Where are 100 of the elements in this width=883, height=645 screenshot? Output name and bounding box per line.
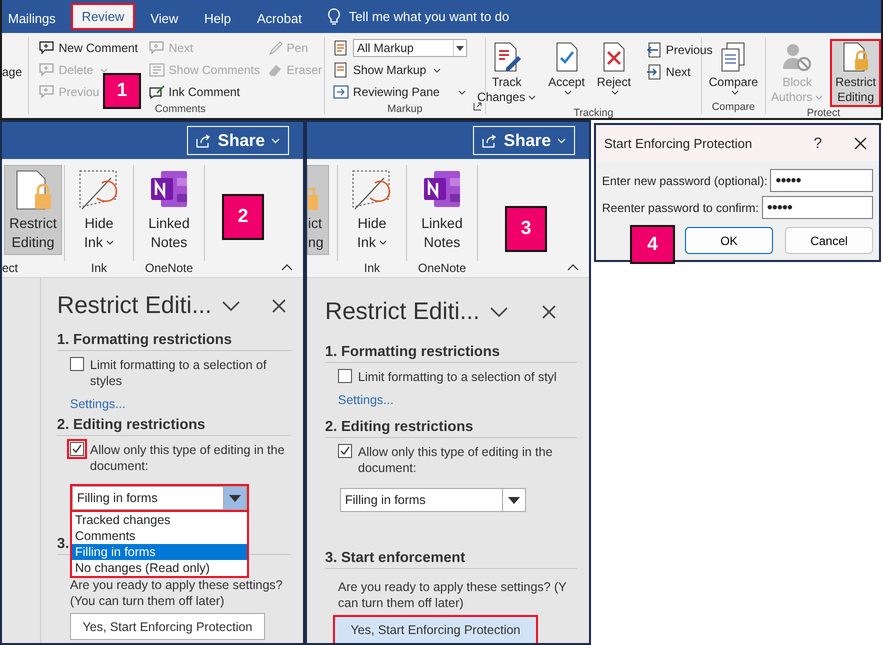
checkmark-icon xyxy=(339,445,351,457)
group-label: OneNote xyxy=(144,261,194,275)
markup-icon xyxy=(332,40,349,56)
ribbon-button[interactable]: Ink Comment xyxy=(146,81,242,103)
ribbon-button[interactable]: Linked Notes xyxy=(142,165,196,255)
dropdown-arrow-icon xyxy=(229,494,241,502)
comment-icon xyxy=(38,85,55,99)
collapse-ribbon-icon[interactable] xyxy=(567,264,579,271)
comment-icon xyxy=(38,63,55,77)
share-button[interactable]: Share xyxy=(472,126,575,155)
group-label: Comments xyxy=(154,103,207,115)
password-field[interactable]: ●●●●● xyxy=(770,169,873,192)
dialog-launcher-icon[interactable] xyxy=(472,102,482,111)
ribbon-button[interactable]: Next xyxy=(644,61,693,83)
pen-icon xyxy=(266,41,283,55)
ribbon-button[interactable]: Reject xyxy=(592,39,636,101)
caret-icon xyxy=(458,90,466,94)
editing-type-dropdown[interactable]: Filling in forms xyxy=(340,488,526,512)
caret-icon xyxy=(557,138,566,144)
document-icon xyxy=(332,62,349,78)
enforcement-text: can turn them off later) xyxy=(337,595,465,611)
tell-me-search[interactable]: Tell me what you want to do xyxy=(348,9,510,24)
ribbon-button[interactable]: Hide Ink xyxy=(72,165,126,255)
close-icon[interactable] xyxy=(854,136,867,150)
section-heading: 2. Editing restrictions xyxy=(57,417,291,436)
dropdown-option[interactable]: Tracked changes xyxy=(72,512,247,528)
checkbox-label: Limit formatting to a selection of styl xyxy=(358,369,557,385)
pane-title: Restrict Editi... xyxy=(325,298,480,326)
comment-icon xyxy=(148,41,165,55)
ribbon-button[interactable]: Hide Ink xyxy=(345,165,399,255)
dropdown-arrow-icon xyxy=(508,496,520,504)
eraser-icon xyxy=(266,63,283,77)
enforcement-text: Are you ready to apply these settings? (Y xyxy=(337,579,568,595)
pane-title: Restrict Editi... xyxy=(57,292,212,320)
group-label: Markup xyxy=(387,103,422,115)
caret-icon xyxy=(100,68,108,72)
section-heading: 2. Editing restrictions xyxy=(325,419,577,438)
share-button[interactable]: Share xyxy=(186,126,289,155)
ribbon-button[interactable]: ict ng xyxy=(307,165,329,255)
ribbon-button[interactable]: New Comment xyxy=(36,37,140,59)
group-label: Ink xyxy=(364,261,380,275)
caret-icon xyxy=(528,95,536,100)
markup-dropdown[interactable]: All Markup xyxy=(352,39,467,57)
ribbon-tab[interactable]: Help xyxy=(193,3,242,30)
document-lock-icon xyxy=(840,41,871,73)
field-label: Reenter password to confirm: xyxy=(602,200,759,214)
pane-icon xyxy=(332,84,349,100)
start-enforcing-button[interactable]: Yes, Start Enforcing Protection xyxy=(333,615,538,643)
enforcement-text: Are you ready to apply these settings? xyxy=(69,577,284,593)
dialog-button[interactable]: OK xyxy=(685,227,773,254)
collapse-ribbon-icon[interactable] xyxy=(281,264,293,271)
close-icon[interactable] xyxy=(272,299,286,313)
checkmark-icon xyxy=(71,443,83,455)
settings-link[interactable]: Settings... xyxy=(325,393,577,407)
chevron-down-icon[interactable] xyxy=(222,301,240,311)
share-icon xyxy=(482,134,498,148)
close-icon[interactable] xyxy=(542,305,556,319)
group-label: Tracking xyxy=(572,107,614,119)
caret-icon xyxy=(730,90,739,95)
checkbox[interactable] xyxy=(70,357,84,371)
checkbox-label: Allow only this type of editing in the document: xyxy=(358,444,554,476)
dropdown-option[interactable]: Filling in forms xyxy=(72,544,247,560)
next-icon xyxy=(646,64,662,80)
caret-icon xyxy=(564,90,572,95)
chevron-down-icon[interactable] xyxy=(490,307,508,317)
help-button[interactable]: ? xyxy=(808,134,828,152)
editing-type-dropdown[interactable]: Filling in forms xyxy=(72,486,247,510)
enforcement-text: (You can turn them off later) xyxy=(69,593,226,609)
checkbox[interactable] xyxy=(338,444,352,458)
ribbon-tab[interactable]: Acrobat xyxy=(246,3,313,30)
dialog-button[interactable]: Cancel xyxy=(785,227,873,254)
reject-icon xyxy=(600,41,627,73)
caret-icon xyxy=(106,240,114,245)
ribbon-button[interactable]: Restrict Editing xyxy=(830,39,881,107)
start-enforcing-button[interactable]: Yes, Start Enforcing Protection xyxy=(70,613,265,640)
ribbon-tab[interactable]: Review xyxy=(70,3,136,30)
dropdown-option[interactable]: Comments xyxy=(72,528,247,544)
share-icon xyxy=(196,134,212,148)
step-number-badge: 2 xyxy=(222,194,264,240)
group-label: OneNote xyxy=(418,261,466,275)
group-label: age xyxy=(2,64,24,80)
field-label: Enter new password (optional): xyxy=(602,174,768,188)
ribbon-tab[interactable]: View xyxy=(139,3,190,30)
checkbox-label: Limit formatting to a selection of styles xyxy=(90,357,268,389)
lightbulb-icon xyxy=(326,8,341,26)
ribbon-button[interactable]: Restrict Editing xyxy=(4,165,62,255)
ribbon-tab[interactable]: Mailings xyxy=(2,3,67,30)
ribbon-button[interactable]: Previous xyxy=(644,39,715,61)
ribbon-button[interactable]: Accept xyxy=(543,39,590,101)
section-heading: 3. Start enforcement xyxy=(325,550,577,569)
password-field[interactable]: ●●●●● xyxy=(762,196,873,219)
ribbon-button[interactable]: Linked Notes xyxy=(415,165,469,255)
comment-icon xyxy=(38,41,55,55)
dialog-title: Start Enforcing Protection xyxy=(604,136,754,150)
dropdown-option[interactable]: No changes (Read only) xyxy=(72,560,247,576)
group-label: Protect xyxy=(806,107,842,119)
checkbox[interactable] xyxy=(338,369,352,383)
settings-link[interactable]: Settings... xyxy=(57,397,291,411)
ink-comment-icon xyxy=(148,85,165,99)
caret-icon xyxy=(378,240,387,245)
